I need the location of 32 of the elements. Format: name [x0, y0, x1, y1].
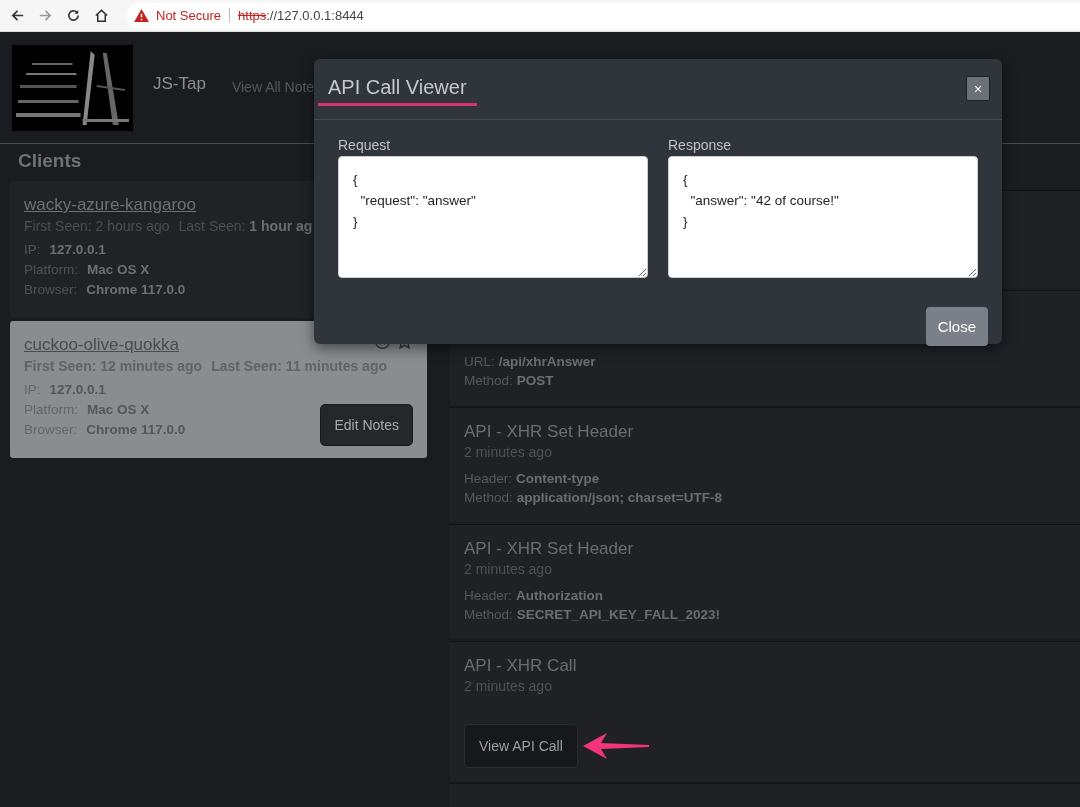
response-field[interactable]: { "answer": "42 of course!" }	[668, 156, 978, 278]
field-value: 127.0.0.1	[49, 242, 106, 257]
detail-value: Authorization	[516, 588, 604, 603]
back-icon[interactable]	[10, 8, 25, 23]
event-title: API - XHR Set Header	[464, 539, 635, 560]
security-label[interactable]: Not Secure	[156, 8, 222, 23]
request-field[interactable]: { "request": "answer" }	[338, 156, 648, 278]
event-title: API - XHR Call	[464, 656, 578, 677]
url-text: https://127.0.0.1:8444	[238, 8, 364, 23]
edit-notes-button[interactable]: Edit Notes	[320, 404, 413, 446]
detail-value: POST	[516, 373, 554, 388]
detail-value: /api/xhrAnswer	[498, 354, 596, 369]
detail-value: application/json; charset=UTF-8	[516, 490, 722, 505]
detail-value: SECRET_API_KEY_FALL_2023!	[516, 607, 721, 622]
home-icon[interactable]	[94, 8, 109, 23]
close-button[interactable]: Close	[925, 307, 988, 346]
detail-value: Content-type	[516, 471, 600, 486]
field-value: Mac OS X	[87, 262, 150, 277]
field-label: Request	[338, 137, 392, 153]
field-value: Chrome 117.0.0	[86, 282, 186, 297]
field-label: Response	[668, 137, 733, 153]
app-name[interactable]: JS-Tap	[153, 73, 206, 94]
view-api-call-button[interactable]: View API Call	[464, 724, 578, 768]
modal-title: API Call Viewer	[318, 76, 477, 106]
section-title: Clients	[18, 150, 83, 172]
forward-icon[interactable]	[38, 8, 53, 23]
event-title: API - XHR Set Header	[464, 422, 635, 443]
close-button[interactable]: ×	[966, 76, 990, 101]
reload-icon[interactable]	[66, 8, 81, 23]
arrow-icon	[582, 732, 649, 760]
address-bar[interactable]: Not Secure https://127.0.0.1:8444	[126, 2, 1080, 29]
client-name-link[interactable]: wacky-azure-kangaroo	[24, 195, 196, 214]
